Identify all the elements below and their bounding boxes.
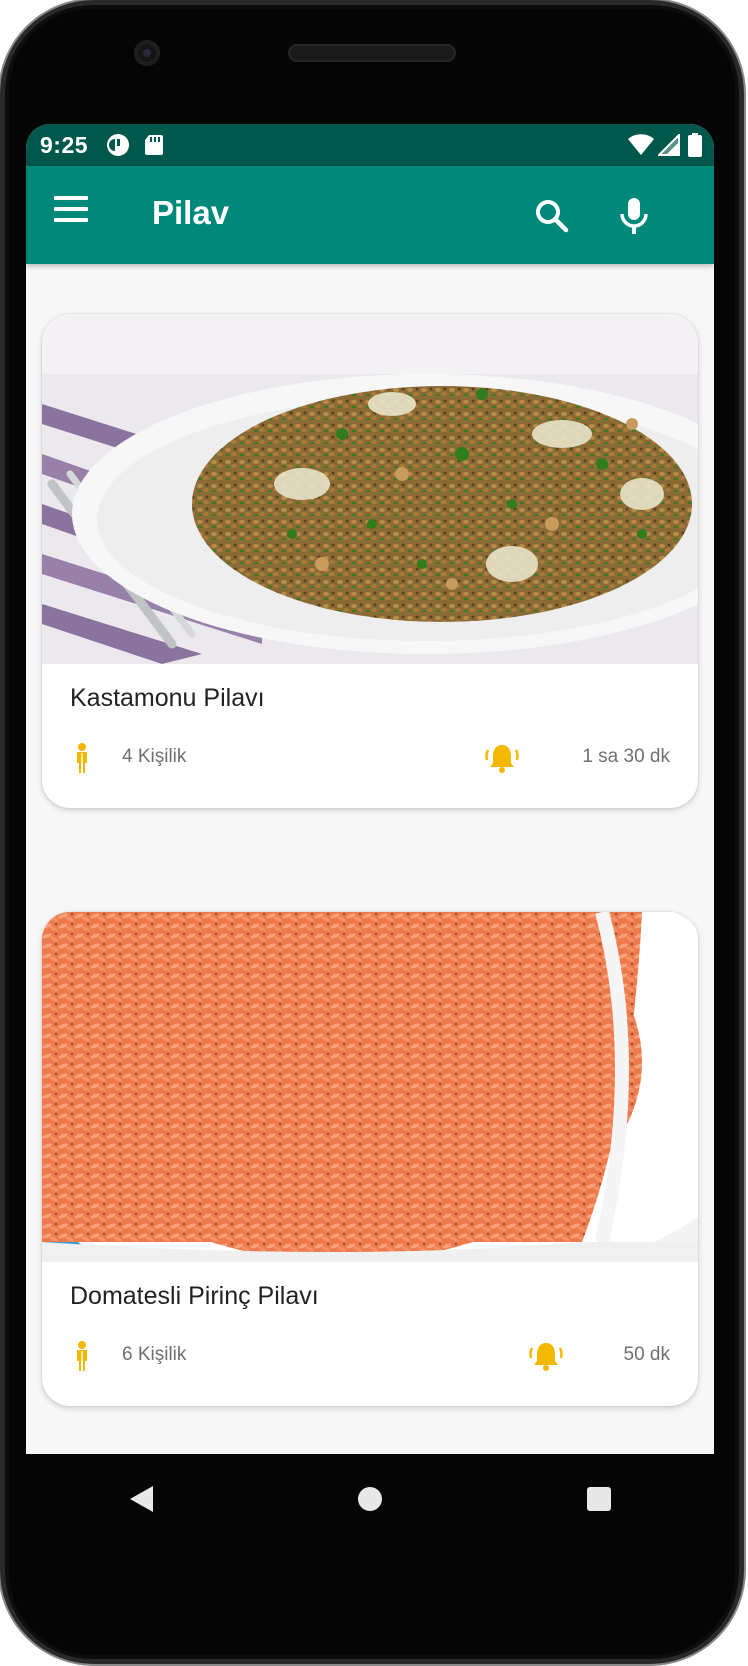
recipe-title: Kastamonu Pilavı (70, 684, 265, 712)
microphone-icon[interactable] (610, 192, 658, 240)
servings-text: 6 Kişilik (122, 1344, 187, 1365)
battery-icon (688, 133, 702, 157)
duration-text: 1 sa 30 dk (582, 746, 670, 767)
earpiece-speaker (288, 44, 456, 62)
person-icon (64, 1338, 100, 1374)
navigation-bar (26, 1454, 714, 1544)
person-icon (64, 740, 100, 776)
recents-icon[interactable] (559, 1459, 639, 1539)
recipe-image (42, 912, 698, 1262)
search-icon[interactable] (528, 192, 576, 240)
sd-card-icon (144, 134, 164, 156)
camera-app-icon (106, 133, 130, 157)
wifi-icon (628, 134, 654, 156)
duration-text: 50 dk (623, 1344, 670, 1365)
menu-icon[interactable] (54, 196, 90, 234)
signal-icon (658, 134, 680, 156)
phone-frame: 9:25 Pilav Kastamonu Pilavı 4 Kişilik 1 … (0, 0, 746, 1666)
alarm-bell-icon (528, 1338, 564, 1374)
recipe-image (42, 314, 698, 664)
status-time: 9:25 (40, 131, 89, 158)
recipe-meta: 4 Kişilik 1 sa 30 dk (42, 740, 698, 776)
app-screen: 9:25 Pilav Kastamonu Pilavı 4 Kişilik 1 … (26, 124, 714, 1454)
home-icon[interactable] (330, 1459, 410, 1539)
recipe-title: Domatesli Pirinç Pilavı (70, 1282, 319, 1310)
front-camera (134, 40, 160, 66)
servings-text: 4 Kişilik (122, 746, 187, 767)
alarm-bell-icon (484, 740, 520, 776)
status-bar: 9:25 (26, 124, 714, 166)
back-icon[interactable] (101, 1459, 181, 1539)
recipe-card[interactable]: Kastamonu Pilavı 4 Kişilik 1 sa 30 dk (42, 314, 698, 808)
app-bar: Pilav (26, 166, 714, 264)
recipe-meta: 6 Kişilik 50 dk (42, 1338, 698, 1374)
recipe-card[interactable]: Domatesli Pirinç Pilavı 6 Kişilik 50 dk (42, 912, 698, 1406)
page-title: Pilav (152, 194, 230, 231)
